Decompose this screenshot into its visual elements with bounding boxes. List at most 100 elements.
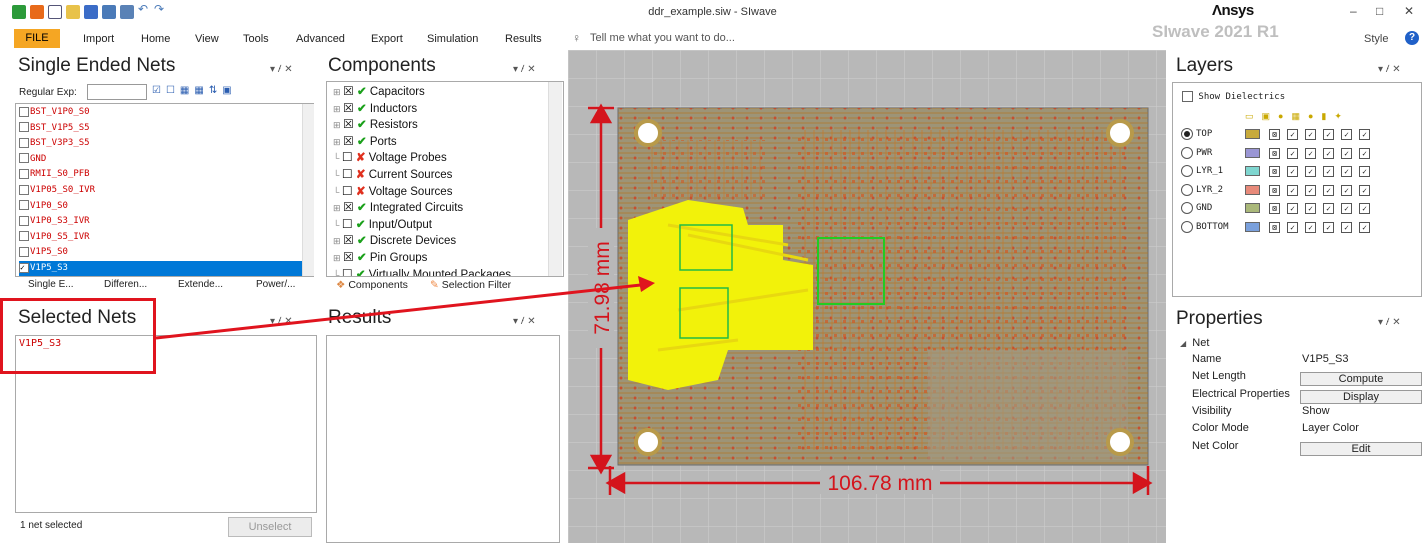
net-checkbox[interactable] <box>19 106 29 117</box>
component-checkbox[interactable]: ☒ <box>343 233 354 247</box>
component-checkbox[interactable]: ☐ <box>342 167 353 181</box>
expand-icon[interactable]: └ <box>333 220 342 230</box>
layer-visibility-checkbox[interactable]: ✓ <box>1359 221 1370 233</box>
component-tree-item[interactable]: └ ☐ ✘ Current Sources <box>333 166 452 183</box>
net-list-item[interactable]: V1P0_S0 <box>19 199 304 214</box>
tab-tools[interactable]: Tools <box>243 33 269 45</box>
layer-visibility-checkbox[interactable]: ✓ <box>1323 129 1334 140</box>
style-menu[interactable]: Style <box>1364 33 1388 45</box>
panel-controls[interactable]: ▾ ⹊ ✕ <box>1378 61 1401 75</box>
layer-visibility-checkbox[interactable]: ✓ <box>1305 203 1316 214</box>
net-checkbox[interactable] <box>19 153 29 164</box>
show-dielectrics-checkbox[interactable] <box>1182 91 1193 102</box>
component-tree-item[interactable]: ⊞ ☒ ✔ Resistors <box>333 116 418 133</box>
tab-export[interactable]: Export <box>371 33 403 45</box>
components-tree[interactable]: ⊞ ☒ ✔ Capacitors ⊞ ☒ ✔ Inductors ⊞ ☒ ✔ Res… <box>326 81 564 277</box>
layer-visibility-checkbox[interactable]: ✓ <box>1287 166 1298 177</box>
net-checkbox[interactable]: ✓ <box>19 262 29 273</box>
net-checkbox[interactable] <box>19 231 29 242</box>
layer-color-swatch[interactable] <box>1245 203 1260 213</box>
layer-radio[interactable] <box>1181 146 1193 159</box>
layer-visibility-checkbox[interactable]: ✓ <box>1341 147 1352 159</box>
layer-row[interactable]: TOP ⊠ ✓ ✓ ✓ ✓ ✓ <box>1181 125 1411 143</box>
layer-visibility-checkbox[interactable]: ✓ <box>1305 147 1316 159</box>
tab-results[interactable]: Results <box>505 33 542 45</box>
layer-row[interactable]: LYR_1 ⊠ ✓ ✓ ✓ ✓ ✓ <box>1181 162 1411 180</box>
layer-visibility-checkbox[interactable]: ✓ <box>1287 147 1298 159</box>
tab-differential[interactable]: Differen... <box>104 279 147 290</box>
component-checkbox[interactable]: ☐ <box>342 150 353 164</box>
layer-radio[interactable] <box>1181 202 1193 214</box>
component-tree-item[interactable]: └ ☐ ✔ Input/Output <box>333 216 432 233</box>
layer-visibility-checkbox[interactable]: ✓ <box>1323 166 1334 177</box>
property-button[interactable]: Edit <box>1300 441 1422 456</box>
layer-visibility-checkbox[interactable]: ✓ <box>1323 203 1334 214</box>
net-list-item[interactable]: GND <box>19 152 304 167</box>
layer-radio[interactable] <box>1181 165 1193 177</box>
help-icon[interactable]: ? <box>1405 31 1419 45</box>
component-tree-item[interactable]: └ ☐ ✘ Voltage Sources <box>333 183 452 200</box>
net-checkbox[interactable] <box>19 215 29 226</box>
component-tree-item[interactable]: ⊞ ☒ ✔ Ports <box>333 133 397 150</box>
layer-visibility-checkbox[interactable]: ✓ <box>1323 184 1334 196</box>
expand-icon[interactable]: ⊞ <box>333 137 343 147</box>
expand-icon[interactable]: ⊞ <box>333 120 343 130</box>
net-checkbox[interactable] <box>19 200 29 211</box>
layer-visibility-checkbox[interactable]: ✓ <box>1359 203 1370 214</box>
net-list-item[interactable]: BST_V3P3_S5 <box>19 136 304 151</box>
component-checkbox[interactable]: ☒ <box>343 84 354 98</box>
net-list-item[interactable]: V1P05_S0_IVR <box>19 183 304 198</box>
expand-icon[interactable]: └ <box>333 187 342 197</box>
layer-radio[interactable] <box>1181 220 1193 233</box>
layer-visibility-checkbox[interactable]: ✓ <box>1323 221 1334 233</box>
component-tree-item[interactable]: ⊞ ☒ ✔ Capacitors <box>333 83 425 100</box>
net-list-item[interactable]: V1P0_S3_IVR <box>19 214 304 229</box>
component-tree-item[interactable]: └ ☐ ✘ Voltage Probes <box>333 149 447 166</box>
layer-visibility-checkbox[interactable]: ✓ <box>1305 129 1316 140</box>
component-checkbox[interactable]: ☒ <box>343 101 354 115</box>
layer-visibility-checkbox[interactable]: ✓ <box>1287 221 1298 233</box>
layer-visibility-checkbox[interactable]: ⊠ <box>1269 203 1280 214</box>
components-scrollbar[interactable] <box>548 82 562 276</box>
tab-view[interactable]: View <box>195 33 219 45</box>
unselect-button[interactable]: Unselect <box>228 517 312 537</box>
minimize-button[interactable]: – <box>1350 4 1357 18</box>
net-checkbox[interactable] <box>19 168 29 179</box>
component-checkbox[interactable]: ☐ <box>342 184 353 198</box>
single-ended-net-list[interactable]: BST_V1P0_S0 BST_V1P5_S5 BST_V3P3_S5 GND RMII… <box>15 103 314 277</box>
layer-visibility-checkbox[interactable]: ✓ <box>1359 147 1370 159</box>
layer-visibility-checkbox[interactable]: ✓ <box>1341 166 1352 177</box>
net-list-item[interactable]: RMII_S0_PFB <box>19 167 304 182</box>
regex-input[interactable] <box>87 84 147 100</box>
tab-home[interactable]: Home <box>141 33 170 45</box>
net-list-item[interactable]: BST_V1P5_S5 <box>19 121 304 136</box>
show-dielectrics-toggle[interactable]: Show Dielectrics <box>1182 91 1285 102</box>
layer-visibility-checkbox[interactable]: ✓ <box>1323 147 1334 159</box>
layer-visibility-checkbox[interactable]: ✓ <box>1305 221 1316 233</box>
expand-icon[interactable]: ⊞ <box>333 236 343 246</box>
panel-controls[interactable]: ▾ ⹊ ✕ <box>513 61 536 75</box>
layer-visibility-checkbox[interactable]: ✓ <box>1341 203 1352 214</box>
layer-radio[interactable] <box>1181 128 1193 140</box>
tab-simulation[interactable]: Simulation <box>427 33 478 45</box>
layer-visibility-checkbox[interactable]: ✓ <box>1341 184 1352 196</box>
layer-visibility-checkbox[interactable]: ✓ <box>1287 129 1298 140</box>
component-checkbox[interactable]: ☐ <box>342 217 353 231</box>
tab-advanced[interactable]: Advanced <box>296 33 345 45</box>
component-tree-item[interactable]: ⊞ ☒ ✔ Inductors <box>333 100 417 117</box>
layer-visibility-checkbox[interactable]: ✓ <box>1341 221 1352 233</box>
layer-radio[interactable] <box>1181 183 1193 196</box>
layer-color-swatch[interactable] <box>1245 129 1260 139</box>
layer-visibility-checkbox[interactable]: ⊠ <box>1269 129 1280 140</box>
component-tree-item[interactable]: ⊞ ☒ ✔ Pin Groups <box>333 249 427 266</box>
layer-color-swatch[interactable] <box>1245 184 1260 195</box>
layer-visibility-checkbox[interactable]: ⊠ <box>1269 147 1280 159</box>
component-checkbox[interactable]: ☒ <box>343 134 354 148</box>
net-filter-toolbar-icons[interactable]: ☑☐▦▦⇅▣ <box>152 85 267 99</box>
panel-controls[interactable]: ▾ ⹊ ✕ <box>1378 314 1401 328</box>
panel-controls[interactable]: ▾ ⹊ ✕ <box>270 61 293 75</box>
layer-visibility-checkbox[interactable]: ⊠ <box>1269 166 1280 177</box>
tell-me-search[interactable]: Tell me what you want to do... <box>590 32 735 44</box>
layer-row[interactable]: PWR ⊠ ✓ ✓ ✓ ✓ ✓ <box>1181 144 1411 162</box>
layer-visibility-checkbox[interactable]: ⊠ <box>1269 221 1280 233</box>
